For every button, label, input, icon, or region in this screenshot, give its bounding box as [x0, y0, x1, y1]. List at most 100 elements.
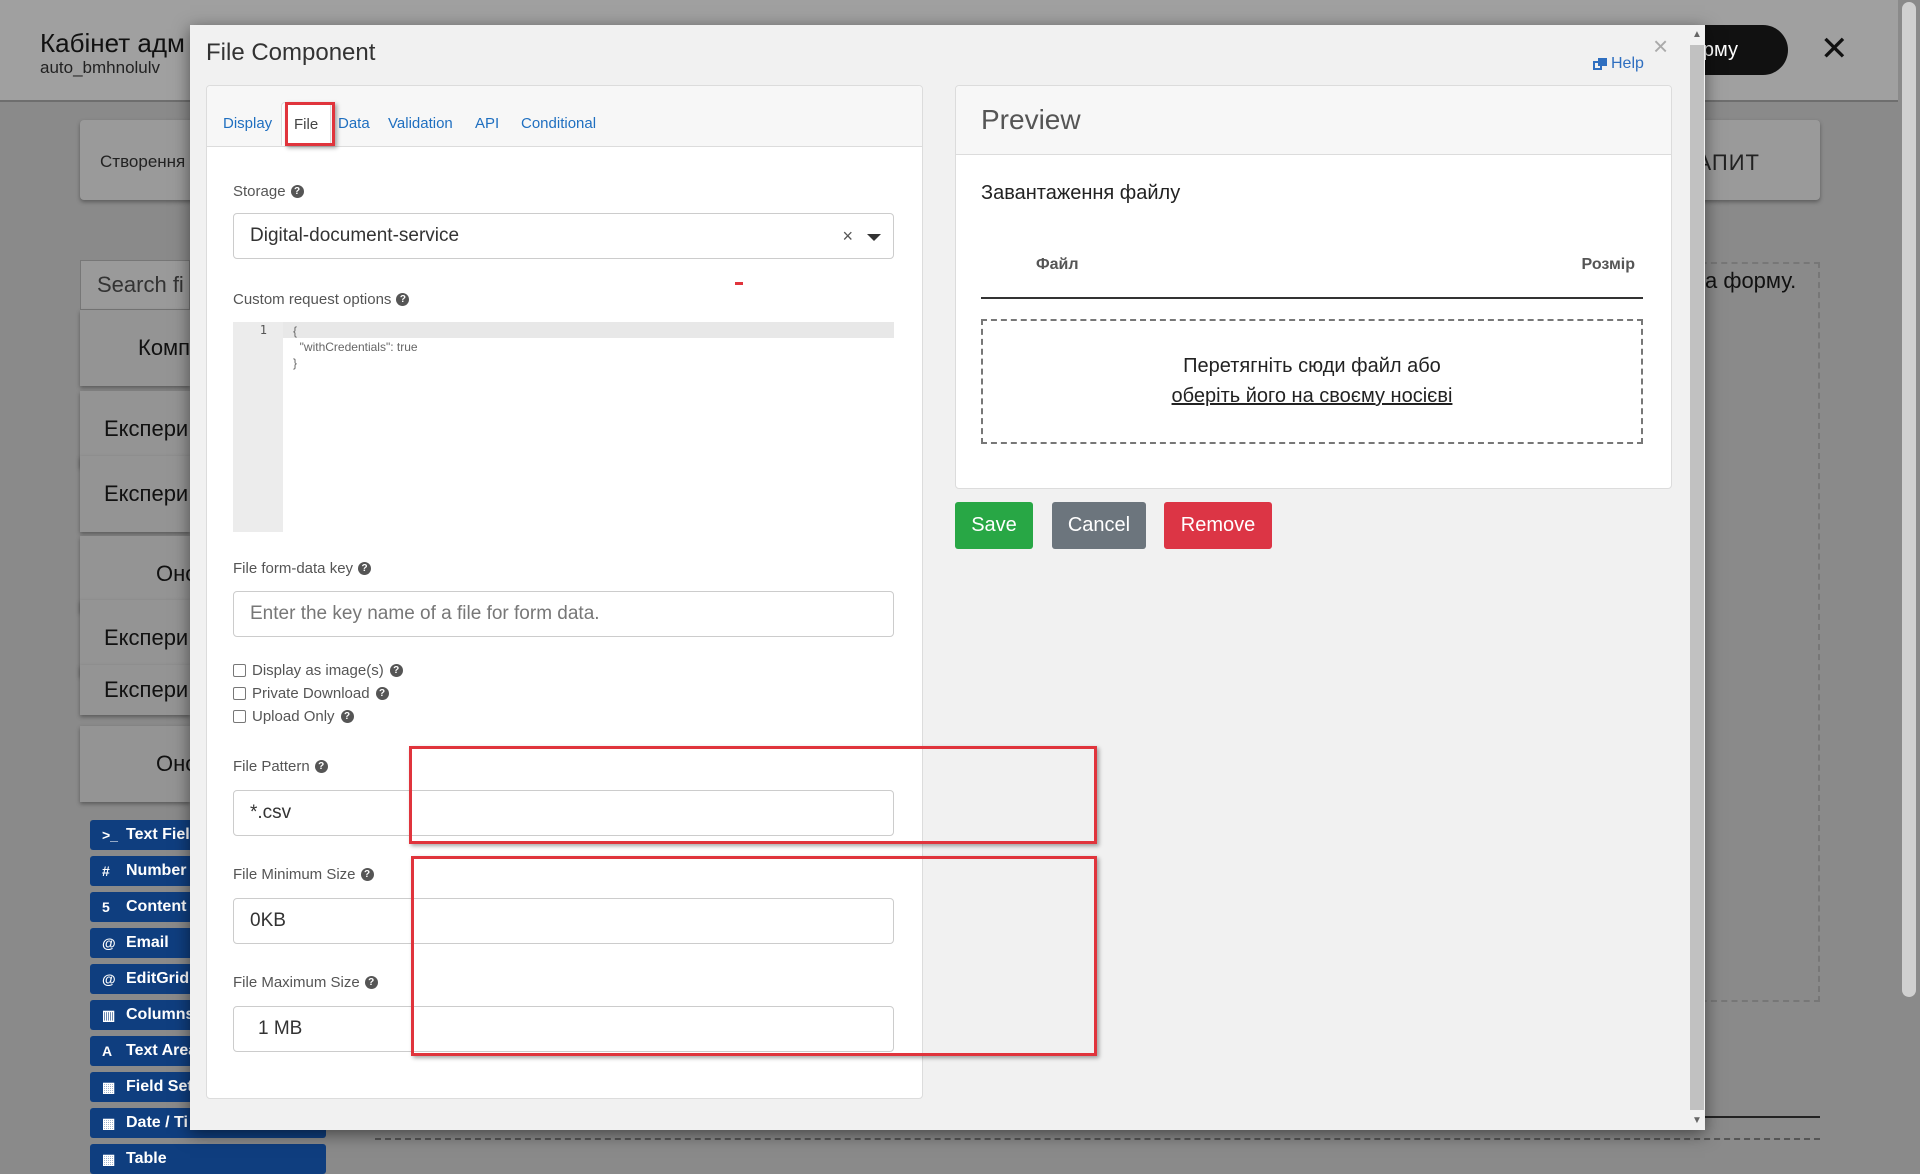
- question-circle-icon[interactable]: ?: [314, 760, 328, 773]
- scroll-up-icon[interactable]: ▲: [1690, 29, 1704, 40]
- component-table[interactable]: ▦ Table: [90, 1144, 326, 1174]
- tab-validation[interactable]: Validation: [388, 115, 453, 132]
- terminal-icon: >_: [102, 827, 118, 843]
- sidebar-group[interactable]: Комп: [80, 310, 190, 386]
- component-label: Email: [126, 934, 169, 951]
- th-icon: ▦: [102, 1078, 116, 1095]
- file-component-modal: File Component × Help Display File Data …: [190, 25, 1705, 1130]
- question-circle-icon[interactable]: ?: [396, 293, 410, 306]
- question-circle-icon[interactable]: ?: [375, 687, 389, 700]
- custom-request-editor[interactable]: 1 { "withCredentials": true }: [233, 322, 894, 532]
- toolbar-right-label[interactable]: АПИТ: [1697, 150, 1761, 176]
- column-size: Розмір: [1581, 256, 1635, 273]
- red-marker: [735, 282, 743, 285]
- app-close-icon[interactable]: ✕: [1820, 32, 1849, 66]
- question-circle-icon[interactable]: ?: [290, 185, 304, 198]
- checkbox[interactable]: [233, 710, 246, 723]
- table-divider: [981, 297, 1643, 299]
- custom-request-label: Custom request options ?: [233, 291, 410, 308]
- columns-icon: ▥: [102, 1006, 116, 1023]
- label-text: File Minimum Size: [233, 866, 356, 883]
- external-link-icon: [1593, 58, 1607, 70]
- file-min-size-label: File Minimum Size ?: [233, 866, 374, 883]
- checkbox-label: Display as image(s): [252, 662, 384, 679]
- tab-data[interactable]: Data: [338, 115, 370, 132]
- save-button[interactable]: Save: [955, 502, 1033, 549]
- display-as-image-checkbox[interactable]: Display as image(s) ?: [233, 662, 403, 679]
- checkbox[interactable]: [233, 687, 246, 700]
- tab-display[interactable]: Display: [223, 115, 272, 132]
- storage-label: Storage ?: [233, 183, 304, 200]
- upload-only-checkbox[interactable]: Upload Only ?: [233, 708, 354, 725]
- component-label: Text Area: [126, 1042, 198, 1059]
- at-icon: @: [102, 935, 116, 951]
- question-circle-icon[interactable]: ?: [358, 562, 372, 575]
- modal-title: File Component: [206, 39, 376, 66]
- component-search-input[interactable]: Search fi: [80, 260, 190, 310]
- modal-close-icon[interactable]: ×: [1653, 33, 1668, 59]
- label-text: File Maximum Size: [233, 974, 360, 991]
- modal-scrollbar-thumb[interactable]: [1690, 45, 1704, 1110]
- settings-form: Display File Data Validation API Conditi…: [206, 85, 1097, 1099]
- component-label: Columns: [126, 1006, 195, 1023]
- question-circle-icon[interactable]: ?: [360, 868, 374, 881]
- window-scrollbar-thumb[interactable]: [1902, 2, 1916, 997]
- file-pattern-input[interactable]: *.csv: [233, 790, 894, 836]
- file-dropzone[interactable]: Перетягніть сюди файл або оберіть його н…: [981, 319, 1643, 444]
- app-subtitle: auto_bmhnolulv: [40, 58, 161, 77]
- browse-link[interactable]: оберіть його на своєму носієві: [983, 385, 1641, 408]
- storage-value: Digital-document-service: [250, 225, 460, 246]
- question-circle-icon[interactable]: ?: [364, 976, 378, 989]
- file-max-size-input[interactable]: 1 MB: [233, 1006, 894, 1052]
- component-label: Content: [126, 898, 187, 915]
- component-label: EditGrid: [126, 970, 190, 987]
- at-icon: @: [102, 971, 116, 987]
- component-label: Number: [126, 862, 187, 879]
- preview-panel: Preview Завантаження файлу Файл Розмір П…: [955, 85, 1672, 489]
- scroll-down-icon[interactable]: ▼: [1690, 1115, 1704, 1126]
- bottom-drop-area: [375, 1138, 1820, 1160]
- tab-conditional[interactable]: Conditional: [521, 115, 596, 132]
- component-label: Field Set: [126, 1078, 193, 1095]
- column-file: Файл: [1036, 256, 1079, 273]
- question-circle-icon[interactable]: ?: [340, 710, 354, 723]
- label-text: Storage: [233, 183, 286, 200]
- question-circle-icon[interactable]: ?: [389, 664, 403, 677]
- label-text: File form-data key: [233, 560, 354, 577]
- remove-button[interactable]: Remove: [1164, 502, 1272, 549]
- form-data-key-label: File form-data key ?: [233, 560, 372, 577]
- caret-down-icon[interactable]: [867, 234, 881, 241]
- settings-tabs: Display File Data Validation API Conditi…: [207, 86, 922, 147]
- checkbox-label: Private Download: [252, 685, 370, 702]
- app-title: Кабінет адм: [40, 28, 185, 58]
- upload-label: Завантаження файлу: [981, 182, 1181, 204]
- tab-api[interactable]: API: [475, 115, 499, 132]
- sidebar-group[interactable]: Експери: [80, 665, 190, 715]
- drop-instructions: Перетягніть сюди файл або: [1183, 355, 1441, 377]
- preview-title: Preview: [981, 104, 1081, 135]
- file-min-size-input[interactable]: 0KB: [233, 898, 894, 944]
- html5-icon: 5: [102, 899, 110, 915]
- component-label: Date / Ti: [126, 1114, 188, 1131]
- help-link[interactable]: Help: [1593, 55, 1644, 73]
- hash-icon: #: [102, 863, 110, 879]
- checkbox[interactable]: [233, 664, 246, 677]
- private-download-checkbox[interactable]: Private Download ?: [233, 685, 389, 702]
- form-data-key-input[interactable]: Enter the key name of a file for form da…: [233, 591, 894, 637]
- tab-file[interactable]: File: [281, 102, 332, 146]
- code-gutter: [233, 322, 283, 532]
- component-label: Text Field: [126, 826, 200, 843]
- clear-icon[interactable]: ×: [842, 226, 853, 247]
- sidebar-group[interactable]: Оно: [80, 726, 198, 802]
- code-content[interactable]: { "withCredentials": true }: [293, 323, 418, 371]
- checkbox-label: Upload Only: [252, 708, 335, 725]
- code-line-number: 1: [259, 323, 267, 337]
- help-label: Help: [1611, 55, 1644, 72]
- calendar-icon: ▦: [102, 1114, 116, 1131]
- cancel-button[interactable]: Cancel: [1052, 502, 1146, 549]
- sidebar-group[interactable]: Експери: [80, 456, 190, 532]
- font-icon: A: [102, 1043, 113, 1059]
- preview-header: Preview: [956, 86, 1671, 155]
- component-label: Table: [126, 1150, 167, 1167]
- storage-select[interactable]: Digital-document-service ×: [233, 213, 894, 259]
